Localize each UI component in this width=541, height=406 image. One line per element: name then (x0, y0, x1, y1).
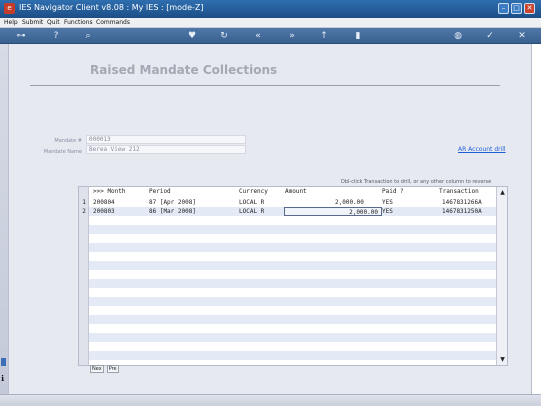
next-button[interactable]: Nex (90, 365, 104, 373)
previous-button[interactable]: Pre (106, 365, 119, 373)
rewind-icon[interactable]: « (252, 30, 264, 42)
cell-currency[interactable]: LOCAL R (239, 198, 264, 207)
menu-commands[interactable]: Commands (96, 19, 130, 26)
column-header-month[interactable]: >>> Month (93, 187, 126, 196)
menu-functions[interactable]: Functions (64, 19, 93, 26)
ar-account-drill-link[interactable]: AR Account drill (458, 146, 506, 153)
empty-row (89, 333, 496, 342)
column-header-amount[interactable]: Amount (285, 187, 307, 196)
cell-currency[interactable]: LOCAL R (239, 207, 264, 216)
empty-row (89, 351, 496, 360)
scroll-up-icon[interactable]: ▲ (498, 188, 507, 197)
empty-row (89, 315, 496, 324)
window-title: IES Navigator Client v8.08 : My IES : [m… (19, 3, 204, 12)
empty-row (89, 297, 496, 306)
column-header-paid[interactable]: Paid ? (382, 187, 404, 196)
search-icon[interactable]: ⌕ (82, 30, 94, 42)
cell-month[interactable]: 200803 (93, 207, 115, 216)
table-row[interactable]: 200804 87 [Apr 2008] LOCAL R 2,000.00 YE… (89, 198, 496, 207)
menu-help[interactable]: Help (4, 19, 18, 26)
heart-icon[interactable]: ♥ (186, 30, 198, 42)
menu-bar: Help Submit Quit Functions Commands (0, 18, 541, 28)
mandate-number-field[interactable]: 000013 (86, 135, 246, 144)
upload-icon[interactable]: ↑ (318, 30, 330, 42)
globe-icon[interactable]: ◍ (452, 30, 464, 42)
empty-row (89, 279, 496, 288)
table-row[interactable]: 200803 86 [Mar 2008] LOCAL R 2,000.00 YE… (89, 207, 496, 216)
info-icon[interactable]: ℹ (1, 374, 7, 384)
grid-scrollbar[interactable]: ▲ ▼ (496, 187, 507, 365)
help-icon[interactable]: ? (50, 30, 62, 42)
page-title: Raised Mandate Collections (90, 63, 278, 77)
grid-hint: Dbl-click Transaction to drill, or any o… (341, 179, 492, 185)
mandate-number-label: Mandate # (54, 138, 82, 144)
cell-paid[interactable]: YES (382, 198, 393, 207)
row-number: 1 (82, 199, 86, 206)
maximize-button[interactable]: □ (511, 3, 522, 14)
refresh-icon[interactable]: ↻ (218, 30, 230, 42)
mandate-name-field[interactable]: Berea View 212 (86, 145, 246, 154)
empty-row (89, 261, 496, 270)
column-header-period[interactable]: Period (149, 187, 171, 196)
cell-month[interactable]: 200804 (93, 198, 115, 207)
columns-icon[interactable]: ▮ (352, 30, 364, 42)
close-icon[interactable]: ✕ (516, 30, 528, 42)
cell-transaction[interactable]: 1467831250A (442, 207, 482, 216)
column-header-transaction[interactable]: Transaction (439, 187, 479, 196)
check-icon[interactable]: ✓ (484, 30, 496, 42)
cell-paid[interactable]: YES (382, 207, 393, 216)
empty-row (89, 225, 496, 234)
status-bar (0, 394, 541, 406)
minimize-button[interactable]: – (498, 3, 509, 14)
menu-submit[interactable]: Submit (22, 19, 43, 26)
toolbar: ⊶ ? ⌕ ♥ ↻ « » ↑ ▮ ◍ ✓ ✕ (0, 28, 541, 44)
empty-row (89, 243, 496, 252)
cell-transaction[interactable]: 1467831266A (442, 198, 482, 207)
side-marker (1, 358, 6, 366)
title-bar: e IES Navigator Client v8.08 : My IES : … (0, 0, 541, 18)
paging-controls: Nex Pre (90, 365, 122, 374)
menu-quit[interactable]: Quit (47, 19, 60, 26)
row-number: 2 (82, 208, 86, 215)
key-icon[interactable]: ⊶ (10, 30, 32, 42)
close-button[interactable]: ✕ (524, 3, 535, 14)
left-strip: ℹ (0, 44, 8, 394)
cell-amount[interactable]: 2,000.00 (335, 198, 364, 207)
cell-period[interactable]: 87 [Apr 2008] (149, 198, 196, 207)
scroll-down-icon[interactable]: ▼ (498, 355, 507, 364)
cell-period[interactable]: 86 [Mar 2008] (149, 207, 196, 216)
mandate-name-label: Mandate Name (43, 149, 82, 155)
cell-amount-selected[interactable]: 2,000.00 (284, 207, 382, 216)
collections-grid: >>> Month Period Currency Amount Paid ? … (78, 186, 508, 366)
fast-forward-icon[interactable]: » (286, 30, 298, 42)
column-header-currency[interactable]: Currency (239, 187, 268, 196)
ies-logo-icon: e (4, 3, 15, 14)
title-divider (30, 85, 500, 86)
